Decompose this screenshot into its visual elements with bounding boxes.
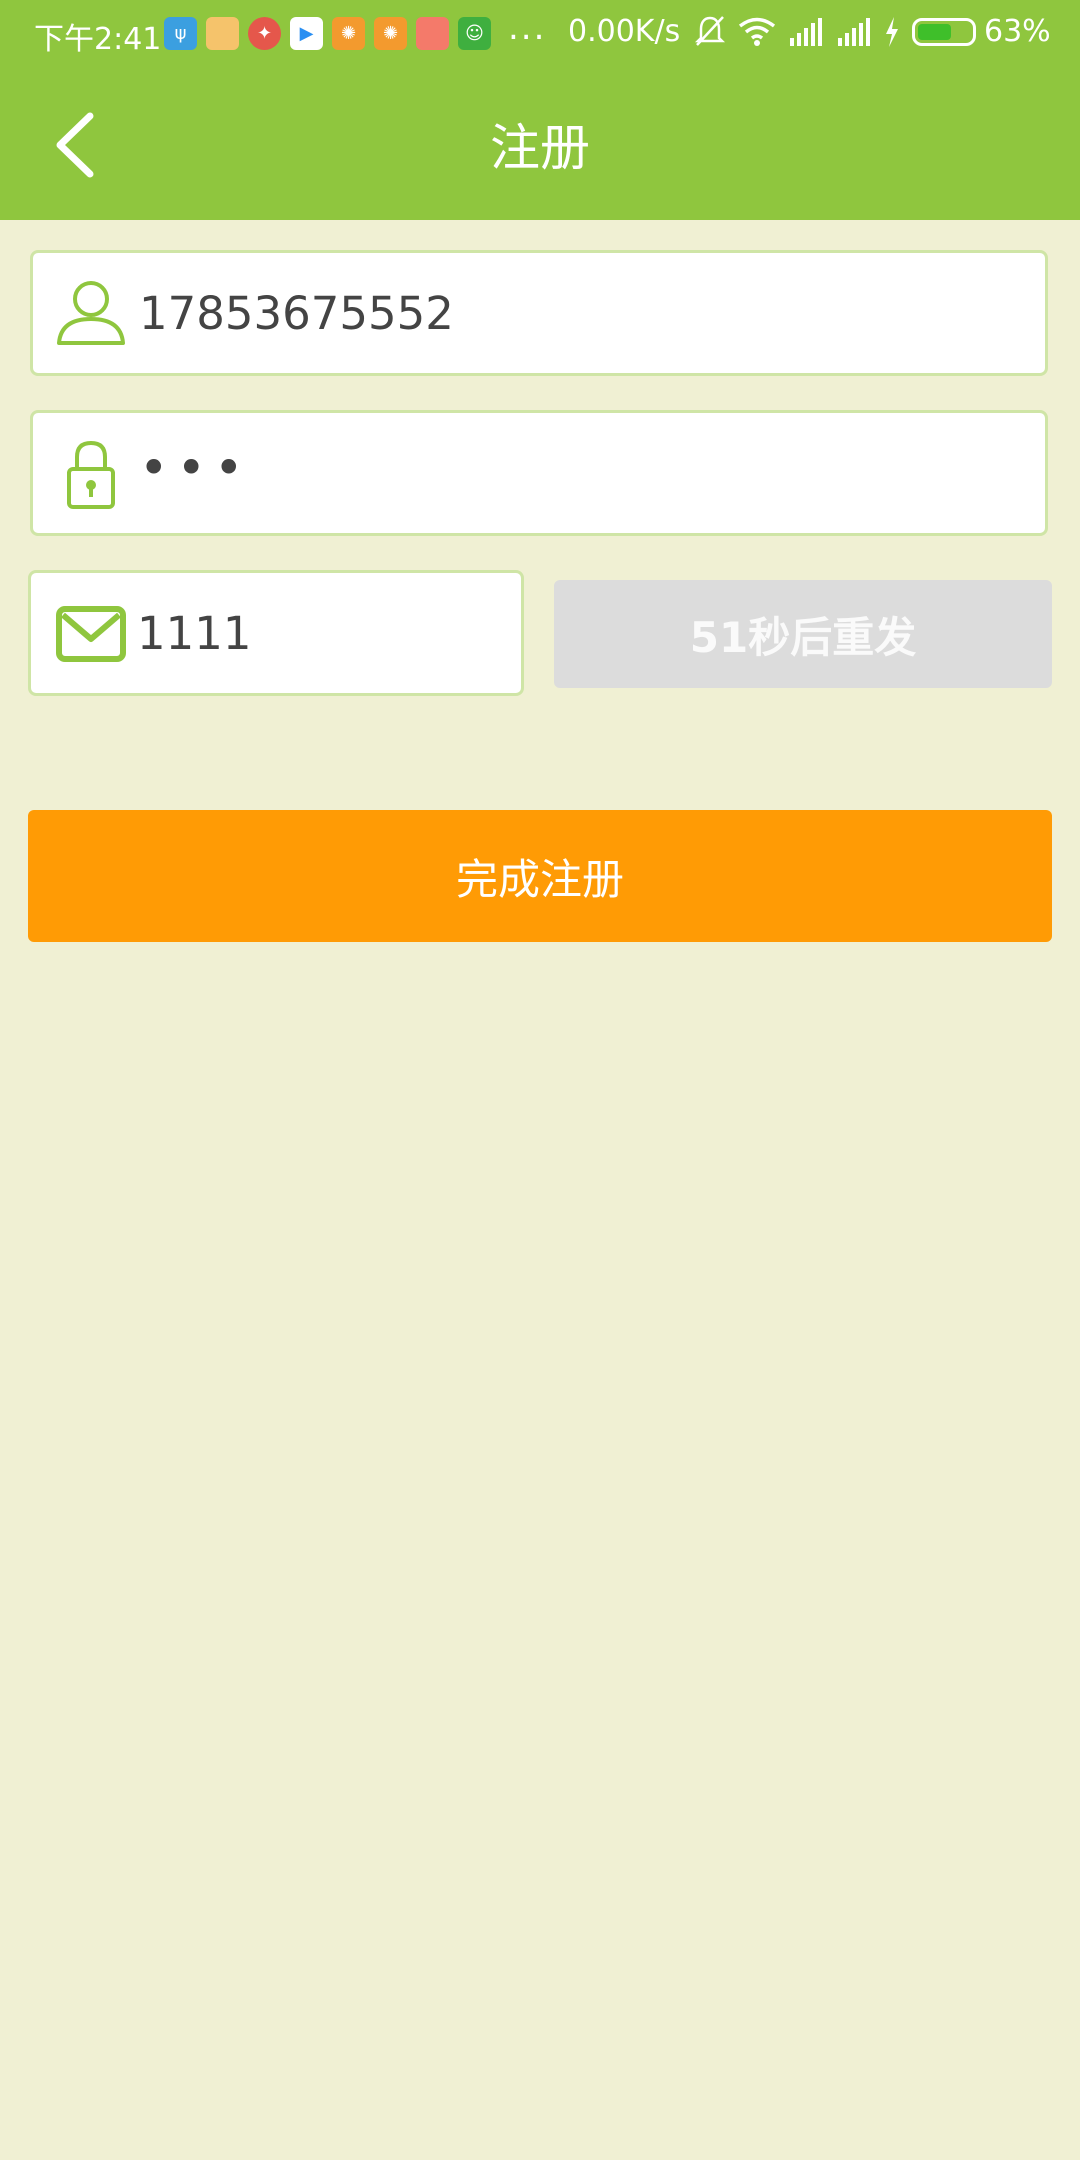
phone-field[interactable]: 17853675552 xyxy=(30,250,1048,376)
video-notification-icon: ▶ xyxy=(290,16,323,50)
uc2-notification-icon: ✺ xyxy=(374,16,407,50)
resend-code-button[interactable]: 51秒后重发 xyxy=(554,580,1052,688)
net-speed: 0.00K/s xyxy=(568,14,681,49)
page-title: 注册 xyxy=(490,119,590,177)
charging-icon xyxy=(886,17,898,47)
battery-fill xyxy=(918,24,951,40)
system-icons xyxy=(694,14,976,50)
password-field[interactable]: ••• xyxy=(30,410,1048,536)
more-notifications-icon: ... xyxy=(508,8,547,48)
complete-registration-button[interactable]: 完成注册 xyxy=(28,810,1052,942)
mute-bell-icon xyxy=(694,16,726,46)
battery-percent: 63% xyxy=(984,14,1051,49)
password-input[interactable]: ••• xyxy=(139,439,251,497)
android-notification-icon: ☺ xyxy=(458,16,491,50)
signal-1-icon xyxy=(790,18,822,46)
code-input[interactable]: 1111 xyxy=(137,607,252,660)
status-bar: 下午2:41 ψ ✦ ▶ ✺ ✺ ☺ ... 0.00K/s 63% xyxy=(0,0,1080,66)
signal-2-icon xyxy=(838,18,870,46)
mail-icon xyxy=(56,606,126,662)
code-field[interactable]: 1111 xyxy=(28,570,524,696)
phone-input[interactable]: 17853675552 xyxy=(139,287,454,340)
shop-notification-icon xyxy=(416,16,449,50)
notification-icons: ψ ✦ ▶ ✺ ✺ ☺ xyxy=(164,16,491,50)
app-bar: 下午2:41 ψ ✦ ▶ ✺ ✺ ☺ ... 0.00K/s 63% 注册 xyxy=(0,0,1080,220)
user-icon xyxy=(57,281,125,345)
note-notification-icon xyxy=(206,16,239,50)
wifi-icon xyxy=(738,17,776,46)
app-notification-icon: ψ xyxy=(164,16,197,50)
uc-notification-icon: ✺ xyxy=(332,16,365,50)
status-time: 下午2:41 xyxy=(34,22,162,57)
run-notification-icon: ✦ xyxy=(248,16,281,50)
battery-icon xyxy=(912,18,976,46)
lock-icon xyxy=(67,440,115,509)
